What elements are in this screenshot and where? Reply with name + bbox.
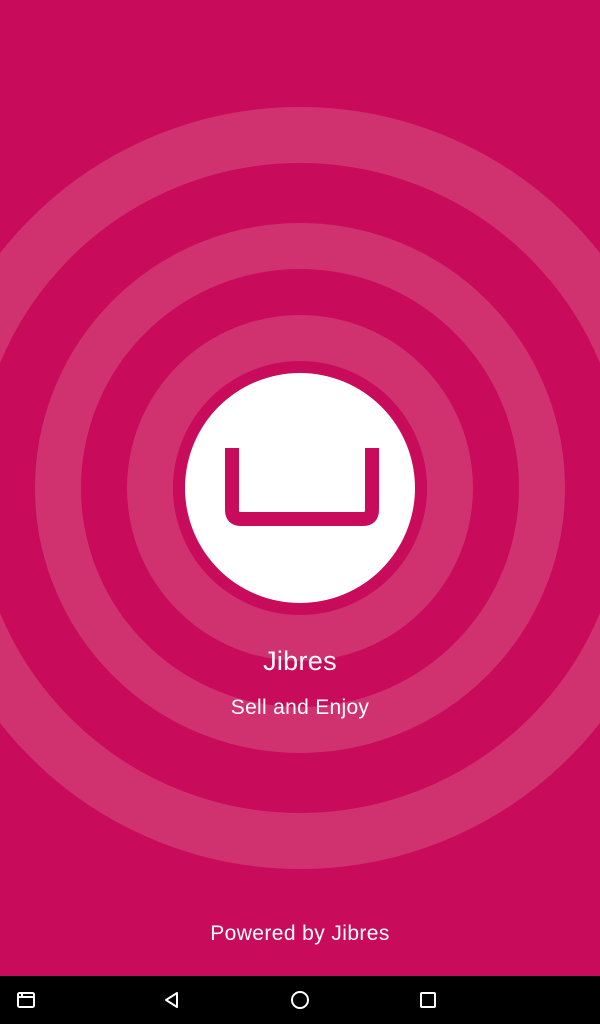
app-logo xyxy=(185,373,415,603)
app-name: Jibres xyxy=(263,646,337,676)
back-button[interactable] xyxy=(150,976,194,1024)
powered-by-text: Powered by Jibres xyxy=(210,922,390,945)
shopping-basket-icon xyxy=(225,448,379,526)
app-tagline: Sell and Enjoy xyxy=(230,696,370,719)
screenshot-icon xyxy=(17,992,35,1008)
home-button[interactable] xyxy=(278,976,322,1024)
recents-button[interactable] xyxy=(406,976,450,1024)
home-icon xyxy=(291,991,309,1009)
recents-icon xyxy=(420,992,436,1008)
app-screen: Jibres Sell and Enjoy Powered by Jibres xyxy=(0,0,600,1024)
screenshot-button[interactable] xyxy=(6,976,46,1024)
splash-screen: Jibres Sell and Enjoy Powered by Jibres xyxy=(0,0,600,976)
back-icon xyxy=(165,992,178,1008)
system-navigation-bar xyxy=(0,976,600,1024)
